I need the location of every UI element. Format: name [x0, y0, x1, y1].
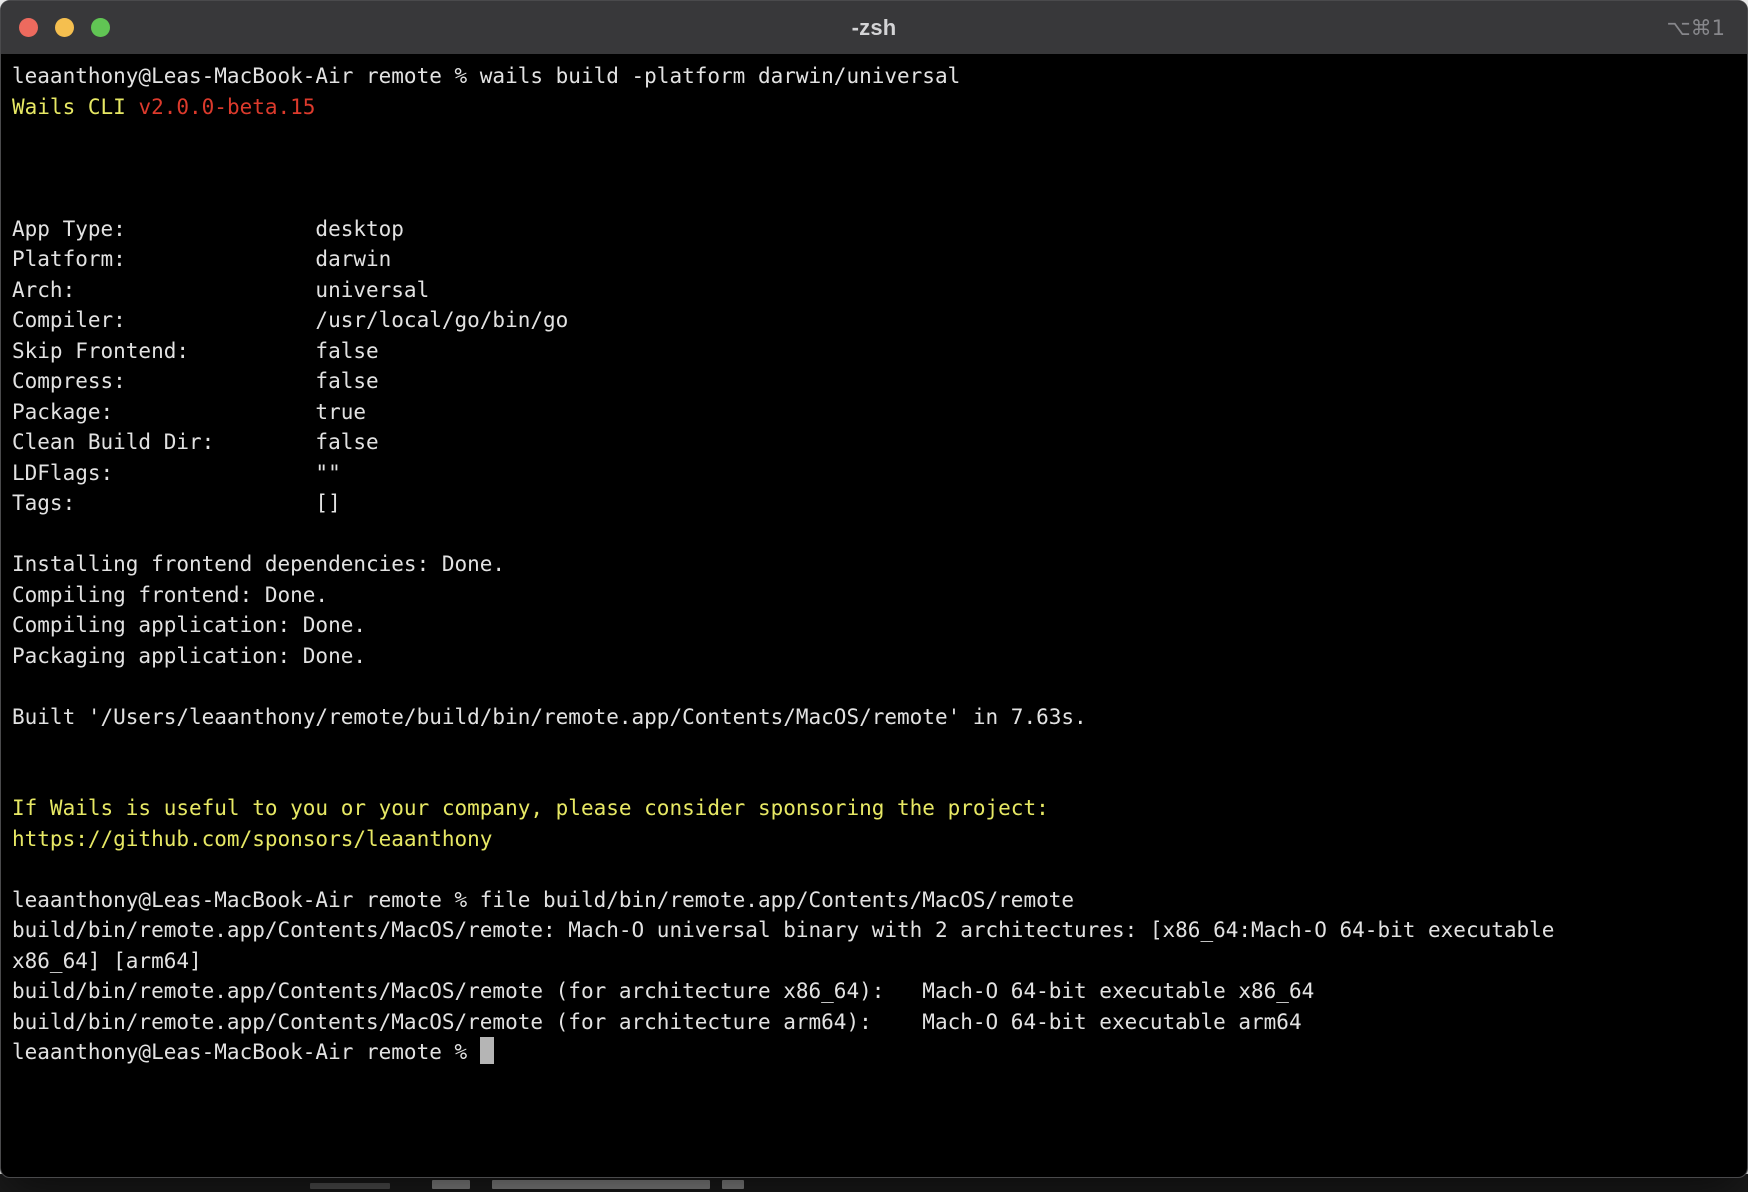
terminal-line: Packaging application: Done.: [12, 641, 1747, 672]
terminal-line: Compress: false: [12, 366, 1747, 397]
terminal-line: Package: true: [12, 397, 1747, 428]
terminal-text: v2.0.0-beta.15: [138, 95, 315, 119]
terminal-line: leaanthony@Leas-MacBook-Air remote % fil…: [12, 885, 1747, 916]
terminal-line: Skip Frontend: false: [12, 336, 1747, 367]
terminal-line: leaanthony@Leas-MacBook-Air remote %: [12, 1037, 1747, 1068]
terminal-text: Installing frontend dependencies: Done.: [12, 552, 505, 576]
terminal-line: Arch: universal: [12, 275, 1747, 306]
terminal-line: https://github.com/sponsors/leaanthony: [12, 824, 1747, 855]
terminal-text: Compress: false: [12, 369, 379, 393]
terminal-text: build/bin/remote.app/Contents/MacOS/remo…: [12, 1010, 1302, 1034]
titlebar[interactable]: -zsh ⌥⌘1: [1, 1, 1747, 55]
terminal-line: Tags: []: [12, 488, 1747, 519]
terminal-line: x86_64] [arm64]: [12, 946, 1747, 977]
terminal-text: If Wails is useful to you or your compan…: [12, 796, 1049, 820]
terminal-text: App Type: desktop: [12, 217, 404, 241]
terminal-line: LDFlags: "": [12, 458, 1747, 489]
terminal-text: Arch: universal: [12, 278, 429, 302]
terminal-line: Platform: darwin: [12, 244, 1747, 275]
terminal-window: -zsh ⌥⌘1 leaanthony@Leas-MacBook-Air rem…: [0, 0, 1748, 1178]
terminal-line: [12, 122, 1747, 153]
terminal-text: Platform: darwin: [12, 247, 391, 271]
terminal-line: If Wails is useful to you or your compan…: [12, 793, 1747, 824]
terminal-text: Compiler: /usr/local/go/bin/go: [12, 308, 568, 332]
terminal-text: build/bin/remote.app/Contents/MacOS/remo…: [12, 918, 1554, 942]
zoom-button[interactable]: [91, 18, 110, 37]
terminal-line: [12, 671, 1747, 702]
terminal-text: LDFlags: "": [12, 461, 341, 485]
terminal-line: App Type: desktop: [12, 214, 1747, 245]
close-button[interactable]: [19, 18, 38, 37]
terminal-cursor: [480, 1037, 494, 1064]
terminal-line: Wails CLI v2.0.0-beta.15: [12, 92, 1747, 123]
terminal-line: [12, 153, 1747, 184]
terminal-text: Skip Frontend: false: [12, 339, 379, 363]
minimize-button[interactable]: [55, 18, 74, 37]
terminal-line: [12, 183, 1747, 214]
terminal-text: Clean Build Dir: false: [12, 430, 379, 454]
terminal-line: build/bin/remote.app/Contents/MacOS/remo…: [12, 1007, 1747, 1038]
terminal-text: Packaging application: Done.: [12, 644, 366, 668]
terminal-line: [12, 732, 1747, 763]
terminal-line: Built '/Users/leaanthony/remote/build/bi…: [12, 702, 1747, 733]
window-title: -zsh: [852, 15, 897, 41]
terminal-text: Wails CLI: [12, 95, 138, 119]
terminal-text: Tags: []: [12, 491, 341, 515]
terminal-text: build/bin/remote.app/Contents/MacOS/remo…: [12, 979, 1314, 1003]
terminal-text: https://github.com/sponsors/leaanthony: [12, 827, 492, 851]
terminal-line: Compiler: /usr/local/go/bin/go: [12, 305, 1747, 336]
terminal-output[interactable]: leaanthony@Leas-MacBook-Air remote % wai…: [1, 55, 1747, 1068]
terminal-line: Compiling application: Done.: [12, 610, 1747, 641]
terminal-line: build/bin/remote.app/Contents/MacOS/remo…: [12, 976, 1747, 1007]
background-window-fragment: [722, 1180, 744, 1189]
terminal-line: [12, 763, 1747, 794]
terminal-line: [12, 519, 1747, 550]
terminal-line: build/bin/remote.app/Contents/MacOS/remo…: [12, 915, 1747, 946]
terminal-line: Clean Build Dir: false: [12, 427, 1747, 458]
terminal-text: leaanthony@Leas-MacBook-Air remote % wai…: [12, 64, 960, 88]
terminal-text: leaanthony@Leas-MacBook-Air remote % fil…: [12, 888, 1074, 912]
background-window-fragment: [310, 1183, 390, 1189]
background-window-fragment: [492, 1180, 710, 1189]
window-shortcut-hint: ⌥⌘1: [1666, 1, 1725, 54]
terminal-line: Compiling frontend: Done.: [12, 580, 1747, 611]
background-window-fragment: [432, 1180, 470, 1189]
terminal-text: x86_64] [arm64]: [12, 949, 202, 973]
terminal-text: Compiling application: Done.: [12, 613, 366, 637]
terminal-line: Installing frontend dependencies: Done.: [12, 549, 1747, 580]
terminal-text: Package: true: [12, 400, 366, 424]
terminal-text: Compiling frontend: Done.: [12, 583, 328, 607]
terminal-text: Built '/Users/leaanthony/remote/build/bi…: [12, 705, 1087, 729]
terminal-line: leaanthony@Leas-MacBook-Air remote % wai…: [12, 61, 1747, 92]
terminal-text: leaanthony@Leas-MacBook-Air remote %: [12, 1040, 480, 1064]
terminal-line: [12, 854, 1747, 885]
traffic-lights: [19, 1, 110, 54]
